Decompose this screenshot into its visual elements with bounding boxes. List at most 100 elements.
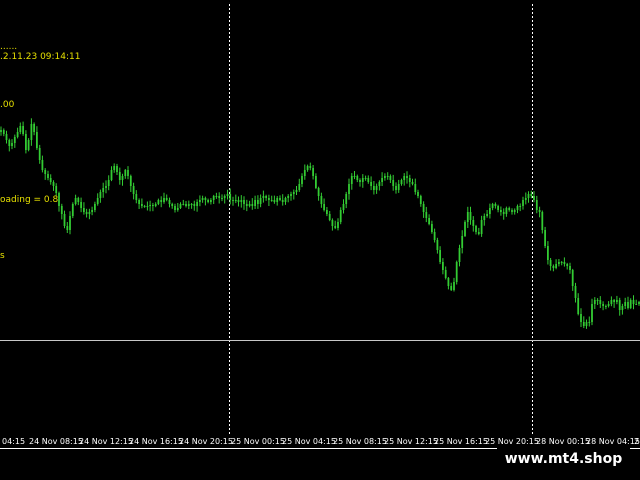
- candle-body: [30, 124, 33, 140]
- candle-body: [190, 204, 193, 205]
- candle-body: [461, 236, 464, 248]
- time-label: 28 Nov 00:15: [536, 437, 590, 446]
- candle-body: [535, 200, 538, 210]
- candle-body: [469, 212, 472, 220]
- candle-body: [588, 322, 591, 323]
- candle-body: [317, 188, 320, 196]
- candle-body: [378, 182, 381, 186]
- candle-body: [88, 212, 91, 214]
- candle-body: [522, 200, 524, 206]
- candle-body: [94, 204, 96, 210]
- candle-body: [375, 186, 378, 190]
- candle-body: [251, 204, 254, 206]
- candle-body: [491, 204, 494, 208]
- candle-body: [80, 202, 82, 208]
- watermark-logo: www.mt4.shop: [497, 447, 630, 471]
- candle-body: [259, 198, 262, 204]
- candle-body: [513, 210, 516, 212]
- price-chart[interactable]: [0, 0, 640, 448]
- candle-body: [27, 140, 30, 150]
- candle-body: [210, 200, 212, 202]
- candle-body: [533, 196, 535, 200]
- candle-body: [367, 178, 370, 182]
- candle-body: [312, 168, 314, 176]
- candle-body: [171, 204, 174, 206]
- candle-body: [96, 198, 99, 204]
- candle-body: [25, 134, 27, 150]
- candle-body: [593, 300, 596, 304]
- candle-body: [373, 186, 375, 190]
- candle-body: [524, 198, 527, 200]
- candle-body: [511, 210, 513, 212]
- candle-body: [483, 216, 486, 220]
- candle-body: [295, 190, 298, 192]
- candle-body: [547, 246, 549, 260]
- candle-body: [149, 205, 151, 206]
- candle-body: [176, 208, 179, 210]
- candle-body: [91, 210, 93, 212]
- candle-body: [629, 300, 632, 308]
- candle-body: [234, 200, 237, 201]
- candle-body: [52, 182, 55, 186]
- candle-body: [497, 206, 499, 210]
- candle-body: [11, 143, 13, 146]
- candle-body: [328, 214, 331, 220]
- candle-body: [527, 194, 530, 198]
- candle-body: [33, 124, 35, 132]
- candle-body: [315, 176, 317, 188]
- candle-body: [436, 240, 439, 250]
- candle-body: [486, 214, 488, 216]
- candle-body: [49, 178, 52, 182]
- chart-window[interactable]: ...... .2.11.23 09:14:11 .00 oading = 0.…: [0, 0, 640, 480]
- candle-body: [500, 210, 502, 212]
- candle-body: [635, 304, 638, 305]
- candle-body: [489, 208, 491, 214]
- candle-body: [22, 126, 24, 134]
- candle-body: [204, 198, 207, 200]
- candle-body: [8, 140, 11, 146]
- candle-body: [121, 176, 124, 180]
- candle-body: [337, 222, 339, 228]
- candle-body: [585, 322, 588, 326]
- candle-body: [425, 212, 428, 218]
- candle-body: [455, 262, 458, 282]
- candle-body: [237, 200, 240, 202]
- candle-body: [428, 218, 430, 224]
- indicator-label-3: .00: [0, 100, 15, 110]
- candle-body: [66, 226, 69, 230]
- candle-body: [406, 176, 408, 178]
- candle-body: [254, 200, 256, 206]
- candle-body: [102, 188, 105, 192]
- candle-body: [165, 198, 168, 200]
- candle-body: [19, 126, 22, 132]
- candle-body: [419, 196, 422, 204]
- candle-body: [143, 206, 146, 207]
- candle-body: [350, 176, 353, 184]
- indicator-label-4: oading = 0.8: [0, 195, 59, 205]
- candle-body: [168, 200, 171, 204]
- candle-body: [353, 176, 356, 177]
- candle-body: [306, 166, 309, 170]
- candle-body: [63, 214, 66, 226]
- candle-body: [5, 134, 8, 140]
- candle-body: [124, 170, 127, 176]
- candle-body: [605, 306, 607, 307]
- candle-body: [516, 206, 519, 210]
- candle-body: [71, 204, 74, 216]
- candle-body: [466, 212, 469, 222]
- candle-body: [245, 204, 248, 206]
- candle-body: [201, 198, 204, 200]
- candle-body: [185, 204, 187, 206]
- candle-body: [60, 206, 63, 214]
- candle-body: [2, 130, 5, 134]
- candle-body: [38, 148, 41, 160]
- candle-body: [627, 302, 629, 308]
- candle-body: [298, 184, 301, 190]
- candle-body: [320, 196, 323, 204]
- candle-body: [431, 224, 433, 232]
- candle-body: [16, 132, 19, 137]
- candle-body: [127, 170, 129, 176]
- candle-body: [538, 210, 541, 212]
- candle-body: [386, 176, 389, 177]
- candle-body: [281, 200, 284, 202]
